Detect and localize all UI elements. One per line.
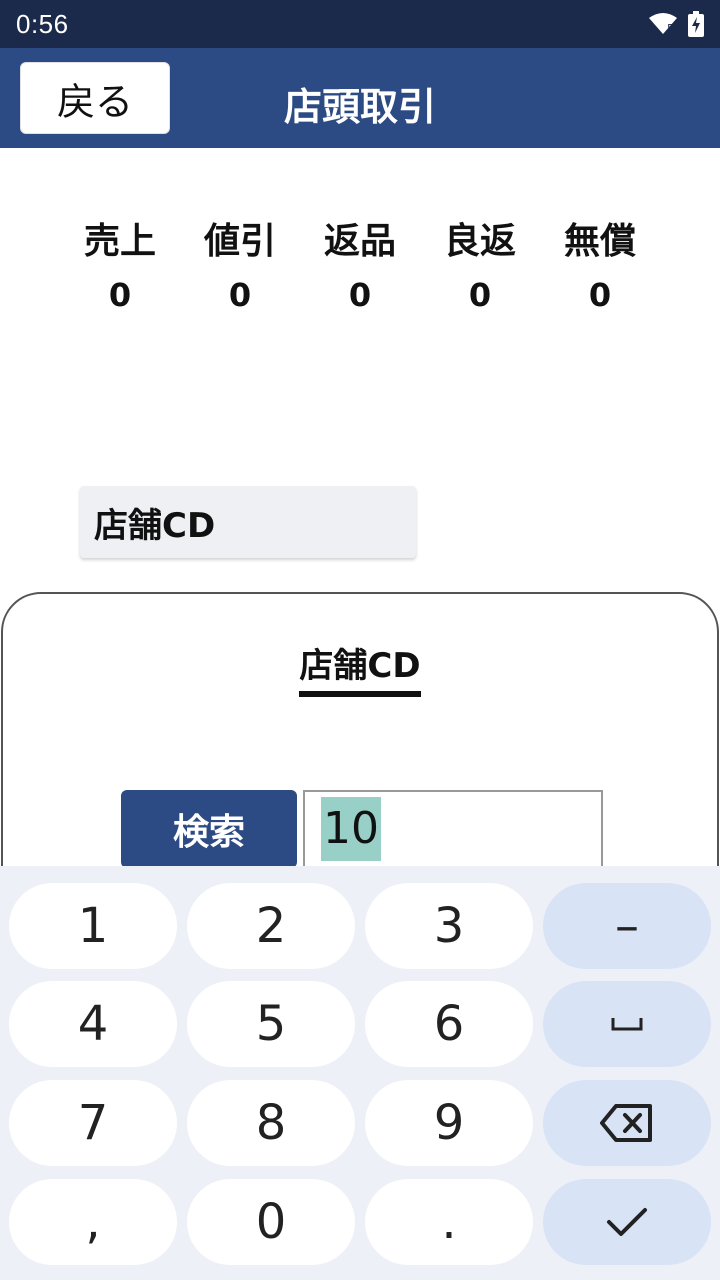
backspace-icon [600,1104,652,1142]
page-title: 店頭取引 [283,85,436,129]
key-8[interactable]: 8 [187,1080,355,1166]
key-5[interactable]: 5 [187,981,355,1067]
key-0[interactable]: 0 [187,1179,355,1265]
key-done[interactable] [543,1179,711,1265]
key-backspace[interactable] [543,1080,711,1166]
counter-value: 0 [468,276,492,314]
store-cd-button[interactable]: 店舗CD [80,486,416,558]
key-space[interactable] [543,981,711,1067]
counter-value: 0 [108,276,132,314]
key-comma[interactable]: , [9,1179,177,1265]
numeric-keyboard: 1 2 3 – 4 5 6 7 8 9 , 0 . [0,866,720,1280]
store-code-input[interactable]: 10 [303,790,603,868]
counter-label: 無償 [563,221,636,262]
counter-label: 売上 [83,221,156,262]
counter-label: 返品 [323,221,396,262]
key-4[interactable]: 4 [9,981,177,1067]
check-icon [607,1208,647,1236]
dialog-title-text: 店舗CD [299,638,421,697]
svg-text:5: 5 [667,22,674,35]
app-bar: 戻る 店頭取引 [0,48,720,148]
counter-value: 0 [228,276,252,314]
counter-sales: 売上 0 [60,212,180,314]
status-bar: 0:56 5 [0,0,720,48]
status-time: 0:56 [16,8,69,39]
space-icon [611,1018,643,1031]
counter-value: 0 [348,276,372,314]
battery-charging-icon [688,11,704,37]
counter-label: 良返 [443,221,516,262]
wifi-icon: 5 [649,13,677,35]
input-value: 10 [321,797,381,861]
counter-free: 無償 0 [540,212,660,314]
key-1[interactable]: 1 [9,883,177,969]
key-6[interactable]: 6 [365,981,533,1067]
transaction-counters: 売上 0 値引 0 返品 0 良返 0 無償 0 [60,212,660,314]
key-2[interactable]: 2 [187,883,355,969]
key-minus[interactable]: – [543,883,711,969]
search-button[interactable]: 検索 [121,790,297,868]
counter-returns: 返品 0 [300,212,420,314]
dialog-title: 店舗CD [3,638,717,697]
counter-value: 0 [588,276,612,314]
key-9[interactable]: 9 [365,1080,533,1166]
counter-label: 値引 [203,221,276,262]
key-3[interactable]: 3 [365,883,533,969]
counter-good-returns: 良返 0 [420,212,540,314]
key-period[interactable]: . [365,1179,533,1265]
key-7[interactable]: 7 [9,1080,177,1166]
counter-discount: 値引 0 [180,212,300,314]
